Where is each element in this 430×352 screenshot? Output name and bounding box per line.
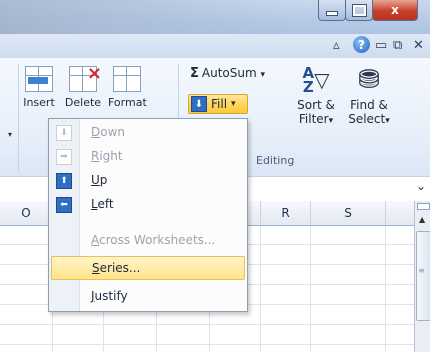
menu-item-right[interactable]: ➡ Right [51, 145, 245, 169]
menu-item-across-worksheets[interactable]: Across Worksheets... [51, 229, 245, 253]
menu-item-up[interactable]: ⬆ Up [51, 169, 245, 193]
group-separator [18, 64, 19, 172]
restore-icon[interactable]: ⧉ [393, 38, 402, 53]
column-header[interactable] [386, 201, 413, 225]
find-label-1: Find & [350, 98, 388, 112]
formula-bar-expand-icon[interactable]: ⌄ [416, 179, 426, 193]
scroll-up-icon[interactable]: ▲ [419, 215, 425, 224]
find-select-button[interactable]: ⛃ Find & Select▾ [344, 62, 394, 128]
find-caret-icon: ▾ [385, 116, 390, 126]
fill-label: Fill [211, 97, 228, 111]
sort-filter-button[interactable]: A Z ▽ Sort & Filter▾ [288, 62, 344, 128]
menu-label-down: Down [91, 125, 126, 139]
fill-dropdown-menu: ⬇ Down ➡ Right ⬆ Up ⬅ Left Across Worksh… [48, 118, 248, 312]
format-cells-icon [113, 66, 141, 92]
close-icon: x [391, 3, 399, 17]
delete-cells-icon: × [69, 63, 102, 92]
menu-label-right: Right [91, 149, 123, 163]
titlebar-blurred-area [0, 0, 300, 34]
menu-label-across-worksheets: Across Worksheets... [91, 233, 216, 247]
fill-right-icon: ➡ [56, 149, 72, 165]
delete-label: Delete [64, 96, 102, 109]
column-header-r[interactable]: R [261, 201, 311, 225]
minimize-icon [326, 10, 338, 16]
autosum-caret-icon: ▾ [260, 70, 266, 80]
fill-down-icon: ⬇ [56, 125, 72, 141]
editing-group-label: Editing [256, 154, 295, 167]
menu-item-down[interactable]: ⬇ Down [51, 121, 245, 145]
menu-label-left: Left [91, 197, 114, 211]
sort-label-2: Filter [298, 112, 329, 126]
scroll-thumb[interactable] [416, 231, 430, 321]
maximize-button[interactable] [345, 0, 373, 21]
sort-filter-icon: A Z ▽ [302, 64, 330, 96]
delete-x-icon: × [86, 63, 102, 84]
menu-item-left[interactable]: ⬅ Left [51, 193, 245, 217]
ribbon-tab-row: ▵ ? ▭ ⧉ ✕ [0, 34, 430, 59]
delete-button[interactable]: × Delete [64, 62, 102, 109]
autosum-label: AutoSum [201, 66, 257, 80]
close-window-button[interactable]: x [372, 0, 418, 21]
menu-label-justify: Justify [91, 289, 128, 303]
ribbon-collapse-caret-icon[interactable]: ▵ [333, 38, 340, 53]
menu-item-series[interactable]: Series... [51, 256, 245, 280]
vertical-scrollbar[interactable]: ▲ ≡ [414, 201, 430, 352]
autosum-button[interactable]: Σ AutoSum ▾ [190, 66, 265, 81]
group-dialog-launcher-icon[interactable]: ▾ [8, 130, 12, 139]
fill-up-icon: ⬆ [56, 173, 72, 189]
sigma-icon: Σ [190, 66, 199, 81]
scroll-grip-icon: ≡ [418, 266, 425, 275]
insert-button[interactable]: Insert [20, 62, 58, 109]
binoculars-icon: ⛃ [358, 65, 380, 95]
column-header-o[interactable]: O [0, 201, 53, 225]
menu-label-series: Series... [92, 261, 141, 275]
window-titlebar: x [0, 0, 430, 34]
sort-label-1: Sort & [297, 98, 335, 112]
ribbon-minimize-icon[interactable]: ▭ [375, 38, 387, 53]
fill-button[interactable]: ⬇ Fill ▾ [188, 94, 248, 114]
maximize-icon [351, 3, 367, 17]
insert-cells-icon [25, 66, 53, 92]
fill-caret-icon: ▾ [231, 99, 236, 109]
menu-item-justify[interactable]: Justify [51, 285, 245, 309]
format-label: Format [108, 96, 147, 109]
help-icon[interactable]: ? [353, 36, 370, 53]
sort-caret-icon: ▾ [328, 116, 334, 126]
find-label-2: Select [348, 112, 386, 126]
insert-label: Insert [23, 96, 55, 109]
menu-label-up: Up [91, 173, 108, 187]
split-box[interactable] [417, 203, 430, 210]
close-workbook-icon[interactable]: ✕ [413, 38, 424, 53]
fill-left-icon: ⬅ [56, 197, 72, 213]
minimize-button[interactable] [318, 0, 346, 21]
column-header-s[interactable]: S [311, 201, 386, 225]
fill-down-icon: ⬇ [191, 96, 207, 112]
format-button[interactable]: Format [108, 62, 147, 109]
